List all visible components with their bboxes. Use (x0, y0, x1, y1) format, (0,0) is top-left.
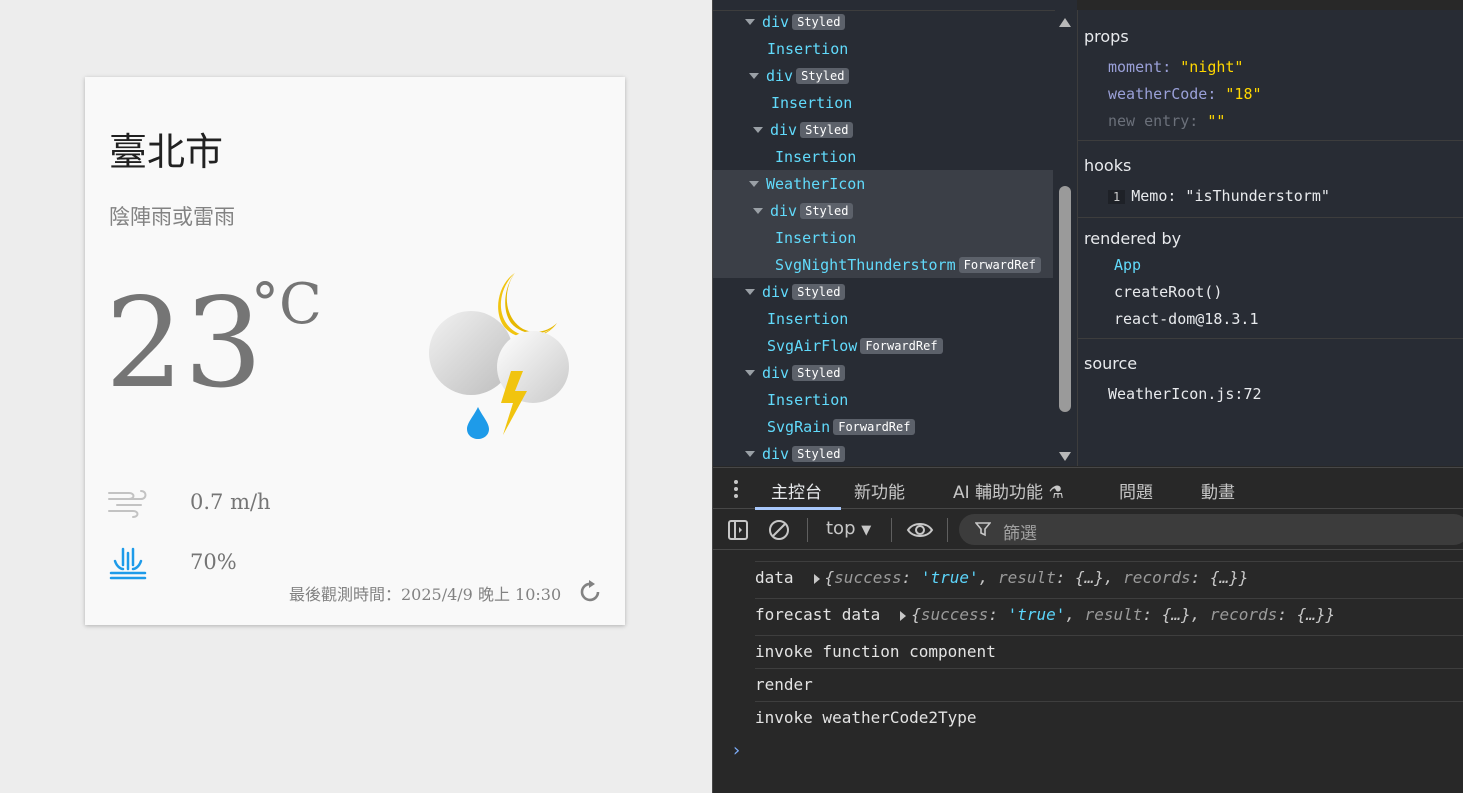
tree-scrollbar[interactable] (1055, 0, 1077, 466)
tree-node[interactable]: SvgRain ForwardRef (767, 413, 916, 440)
tab-issues[interactable]: 問題 (1119, 478, 1153, 503)
source-title: source (1084, 354, 1138, 373)
props-title: props (1084, 27, 1129, 46)
scroll-up-icon[interactable] (1059, 18, 1071, 27)
scroll-thumb[interactable] (1059, 186, 1071, 412)
live-expression-eye-icon[interactable] (906, 518, 934, 542)
console-toolbar: top ▼ 篩選 (713, 510, 1463, 550)
tab-animations[interactable]: 動畫 (1201, 478, 1235, 503)
tree-node[interactable]: Insertion (767, 386, 848, 413)
console-message[interactable]: data {success: 'true', result: {…}, recor… (755, 561, 1463, 598)
observation-time: 最後觀測時間：2025/4/9 晚上 10:30 (289, 585, 562, 604)
flask-icon: ⚗ (1048, 483, 1064, 503)
hooks-title: hooks (1084, 156, 1132, 175)
more-options-icon[interactable] (734, 480, 738, 498)
rendered-by-title: rendered by (1084, 229, 1182, 248)
inspector-panel: props moment: "night" weatherCode: "18" … (1077, 10, 1463, 466)
tree-node[interactable]: Insertion (767, 305, 848, 332)
refresh-icon[interactable] (579, 580, 603, 604)
tab-whats-new[interactable]: 新功能 (854, 478, 905, 503)
tree-node[interactable]: SvgNightThunderstorm ForwardRef (713, 251, 1053, 278)
expand-arrow-icon (900, 610, 907, 621)
context-selector[interactable]: top ▼ (826, 518, 871, 539)
tree-node[interactable]: div Styled (745, 440, 846, 466)
tree-node[interactable]: Insertion (775, 143, 856, 170)
tree-node[interactable]: Insertion (713, 224, 1053, 251)
hook-row[interactable]: 1 Memo: "isThunderstorm" (1108, 187, 1330, 205)
rendered-by-item: react-dom@18.3.1 (1114, 310, 1259, 328)
console-prompt[interactable]: › (733, 740, 740, 761)
tab-ai-assistance[interactable]: AI 輔助功能 ⚗ (953, 478, 1064, 503)
prop-row[interactable]: moment: "night" (1108, 58, 1243, 76)
night-thunderstorm-icon (429, 273, 569, 439)
console-message: invoke weatherCode2Type (755, 701, 1463, 734)
tree-node[interactable]: Insertion (771, 89, 852, 116)
rain-probability: 70% (190, 550, 237, 574)
tree-node-selected[interactable]: WeatherIcon (713, 170, 1053, 197)
wind-icon (108, 490, 147, 518)
location-title: 臺北市 (109, 130, 224, 174)
tree-node[interactable]: div Styled (745, 8, 846, 35)
console-messages: data {success: 'true', result: {…}, recor… (713, 551, 1463, 793)
devtools-panel: div Styled Insertion div Styled Insertion … (712, 0, 1463, 793)
sidebar-toggle-icon[interactable] (726, 518, 750, 542)
filter-input[interactable]: 篩選 (959, 514, 1463, 545)
weather-description: 陰陣雨或雷雨 (109, 205, 235, 229)
tree-node[interactable]: div Styled (713, 197, 1053, 224)
console-message: invoke function component (755, 635, 1463, 668)
source-section: source WeatherIcon.js:72 (1078, 339, 1463, 466)
hooks-section: hooks 1 Memo: "isThunderstorm" (1078, 141, 1463, 218)
tree-node[interactable]: div Styled (753, 116, 854, 143)
rendered-by-item: createRoot() (1114, 283, 1223, 301)
wind-speed: 0.7 m/h (190, 490, 271, 514)
new-prop-entry[interactable]: new entry: "" (1108, 112, 1225, 130)
temperature-value: 23 (105, 272, 263, 416)
temperature-unit: °C (251, 272, 322, 337)
component-tree: div Styled Insertion div Styled Insertion … (713, 0, 1055, 466)
rendered-by-app-link[interactable]: App (1114, 256, 1141, 274)
prop-row[interactable]: weatherCode: "18" (1108, 85, 1262, 103)
console-message: render (755, 668, 1463, 701)
source-link[interactable]: WeatherIcon.js:72 (1108, 385, 1262, 403)
tree-node[interactable]: SvgAirFlow ForwardRef (767, 332, 943, 359)
props-section: props moment: "night" weatherCode: "18" … (1078, 10, 1463, 141)
drawer-tabs: 主控台 新功能 AI 輔助功能 ⚗ 問題 動畫 (713, 467, 1463, 510)
weather-card: 臺北市 陰陣雨或雷雨 23 °C 0.7 m/h 70% 最後觀測時間：2025… (85, 77, 625, 625)
tab-console[interactable]: 主控台 (771, 478, 822, 503)
expand-arrow-icon (813, 573, 820, 584)
tree-node[interactable]: Insertion (767, 35, 848, 62)
clear-console-icon[interactable] (767, 518, 791, 542)
tree-node[interactable]: div Styled (749, 62, 850, 89)
rendered-by-section: rendered by App createRoot() react-dom@1… (1078, 218, 1463, 339)
tree-node[interactable]: div Styled (745, 278, 846, 305)
rain-icon (109, 547, 147, 580)
console-message[interactable]: forecast data {success: 'true', result: {… (755, 598, 1463, 635)
filter-icon (975, 522, 991, 537)
chevron-down-icon: ▼ (861, 523, 872, 538)
scroll-down-icon[interactable] (1059, 452, 1071, 461)
tree-node[interactable]: div Styled (745, 359, 846, 386)
